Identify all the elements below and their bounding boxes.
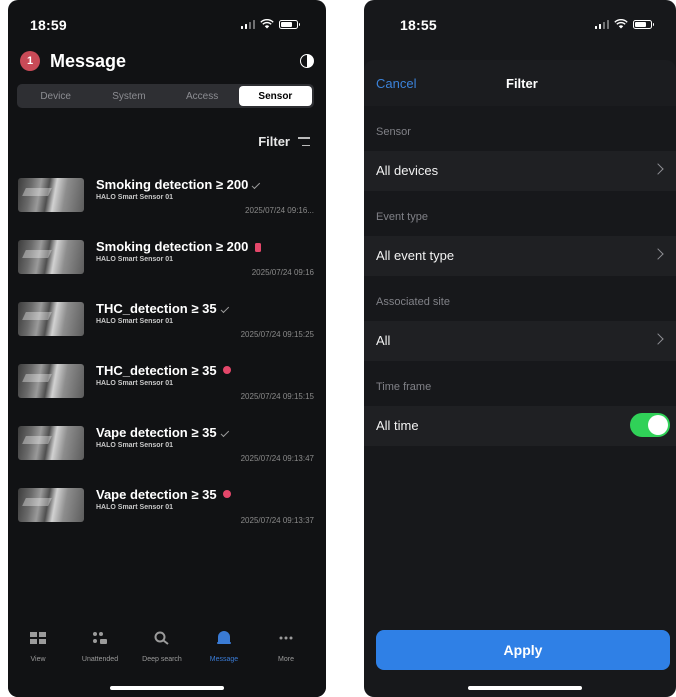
sensor-select-row[interactable]: All devices	[364, 151, 676, 191]
tab-unattended[interactable]: Unattended	[70, 631, 130, 663]
message-screen: 18:59 1 Message Device System Access Sen…	[8, 0, 326, 697]
section-label-associated-site: Associated site	[376, 296, 450, 308]
filter-icon	[298, 137, 310, 146]
page-title: Filter	[506, 76, 538, 91]
unattended-icon	[93, 632, 107, 644]
message-time: 2025/07/24 09:16	[251, 268, 314, 277]
message-item[interactable]: THC_detection ≥ 35 HALO Smart Sensor 01 …	[8, 296, 326, 352]
message-item[interactable]: Smoking detection ≥ 200 HALO Smart Senso…	[8, 172, 326, 228]
message-sensor: HALO Smart Sensor 01	[96, 318, 174, 325]
tab-message[interactable]: Message	[194, 631, 254, 663]
tab-more[interactable]: More	[256, 631, 316, 663]
message-title: THC_detection ≥ 35	[96, 363, 217, 378]
tab-bar: View Unattended Deep search Message More	[8, 623, 326, 697]
tab-label: View	[30, 656, 46, 663]
notification-badge: 1	[20, 51, 40, 71]
unread-dot-icon	[222, 366, 231, 374]
status-bar: 18:55	[364, 0, 676, 52]
battery-icon	[279, 19, 300, 29]
message-header: 1 Message	[20, 48, 314, 74]
check-icon	[220, 304, 229, 314]
segment-system[interactable]: System	[92, 86, 165, 106]
message-time: 2025/07/24 09:13:37	[240, 516, 314, 525]
message-icon	[217, 631, 231, 644]
associated-site-select-row[interactable]: All	[364, 321, 676, 361]
message-title: Smoking detection ≥ 200	[96, 177, 249, 192]
grid-view-icon	[30, 632, 46, 644]
cellular-signal-icon	[594, 19, 609, 29]
message-sensor: HALO Smart Sensor 01	[96, 380, 174, 387]
message-title: Smoking detection ≥ 200	[96, 239, 249, 254]
event-thumbnail	[18, 364, 84, 398]
message-item[interactable]: Vape detection ≥ 35 HALO Smart Sensor 01…	[8, 420, 326, 476]
contrast-icon[interactable]	[300, 54, 314, 68]
apply-button[interactable]: Apply	[376, 630, 670, 670]
message-title: Vape detection ≥ 35	[96, 487, 217, 502]
status-bar: 18:59	[8, 0, 326, 52]
more-icon	[279, 636, 293, 640]
message-time: 2025/07/24 09:13:47	[240, 454, 314, 463]
segment-device[interactable]: Device	[19, 86, 92, 106]
check-icon	[220, 428, 229, 438]
chevron-right-icon	[652, 333, 664, 345]
home-indicator	[468, 686, 582, 690]
chevron-right-icon	[652, 248, 664, 260]
sensor-value: All devices	[376, 163, 439, 178]
message-time: 2025/07/24 09:15:15	[240, 392, 314, 401]
cancel-button[interactable]: Cancel	[376, 76, 416, 91]
battery-icon	[633, 19, 654, 29]
cellular-signal-icon	[240, 19, 255, 29]
wifi-icon	[614, 19, 628, 29]
page-title: Message	[50, 50, 127, 71]
segment-access[interactable]: Access	[166, 86, 239, 106]
event-thumbnail	[18, 178, 84, 212]
status-time: 18:59	[30, 17, 67, 33]
message-sensor: HALO Smart Sensor 01	[96, 442, 174, 449]
tab-label: Deep search	[142, 656, 182, 663]
section-label-time-frame: Time frame	[376, 381, 432, 393]
tab-label: More	[278, 656, 294, 663]
event-thumbnail	[18, 426, 84, 460]
message-time: 2025/07/24 09:15:25	[240, 330, 314, 339]
message-sensor: HALO Smart Sensor 01	[96, 194, 174, 201]
message-time: 2025/07/24 09:16...	[245, 206, 314, 215]
filter-button[interactable]: Filter	[258, 134, 310, 149]
message-sensor: HALO Smart Sensor 01	[96, 256, 174, 263]
time-frame-value: All time	[376, 418, 419, 433]
all-time-toggle[interactable]	[630, 413, 670, 437]
check-icon	[251, 180, 261, 190]
message-title: Vape detection ≥ 35	[96, 425, 217, 440]
tab-deep-search[interactable]: Deep search	[132, 631, 192, 663]
event-type-value: All event type	[376, 248, 455, 263]
filter-label: Filter	[258, 134, 290, 149]
wifi-icon	[260, 19, 274, 29]
event-thumbnail	[18, 488, 84, 522]
chevron-right-icon	[652, 163, 664, 175]
time-frame-row: All time	[364, 406, 676, 446]
message-item[interactable]: Vape detection ≥ 35 HALO Smart Sensor 01…	[8, 482, 326, 538]
message-item[interactable]: THC_detection ≥ 35 HALO Smart Sensor 01 …	[8, 358, 326, 414]
unread-indicator-icon	[255, 243, 262, 252]
event-thumbnail	[18, 302, 84, 336]
event-type-select-row[interactable]: All event type	[364, 236, 676, 276]
unread-dot-icon	[222, 490, 231, 498]
tab-view[interactable]: View	[8, 631, 68, 663]
filter-nav-bar: Cancel Filter	[364, 60, 676, 106]
segment-sensor[interactable]: Sensor	[238, 86, 312, 106]
section-label-sensor: Sensor	[376, 126, 411, 138]
deep-search-icon	[154, 631, 169, 645]
event-thumbnail	[18, 240, 84, 274]
tab-label: Message	[209, 656, 239, 663]
tab-label: Unattended	[81, 656, 119, 663]
home-indicator	[110, 686, 224, 690]
status-time: 18:55	[400, 17, 437, 33]
message-item[interactable]: Smoking detection ≥ 200 HALO Smart Senso…	[8, 234, 326, 290]
section-label-event-type: Event type	[376, 211, 428, 223]
filter-screen: 18:55 Cancel Filter Sensor All devices E…	[364, 0, 676, 697]
category-segmented-control: Device System Access Sensor	[17, 84, 314, 108]
message-title: THC_detection ≥ 35	[96, 301, 217, 316]
message-sensor: HALO Smart Sensor 01	[96, 504, 174, 511]
associated-site-value: All	[376, 333, 391, 348]
